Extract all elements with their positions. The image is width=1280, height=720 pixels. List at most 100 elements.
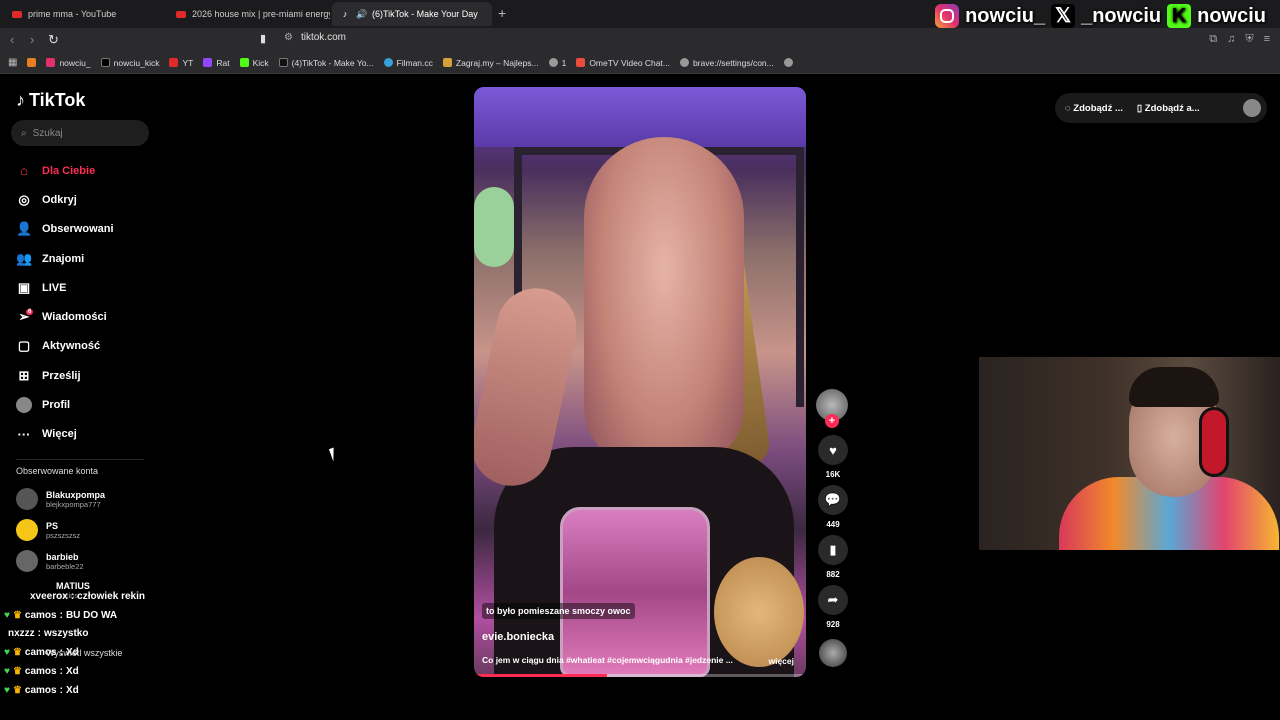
bookmark-item[interactable]: 1	[548, 58, 566, 68]
forward-icon[interactable]: ›	[30, 32, 34, 47]
browser-tab-bar: prime mma - YouTube 2026 house mix | pre…	[0, 0, 1280, 28]
avatar	[16, 488, 38, 510]
sidebar-item-following[interactable]: 👤 Obserwowani	[16, 215, 114, 244]
search-input[interactable]: ⌕ Szukaj	[11, 120, 149, 146]
chat-message: ♥ ♛ camos: Xd	[4, 684, 79, 696]
apps-icon[interactable]: ▦	[8, 57, 17, 68]
bookmark-item[interactable]: Zagraj.my – Najleps...	[442, 58, 539, 68]
sidebar-item-live[interactable]: ▣ LIVE	[16, 273, 114, 302]
video-frame-plush	[474, 187, 514, 267]
browser-tab-active[interactable]: ♪ 🔊 (6)TikTok - Make Your Day ✕	[332, 2, 492, 26]
author-avatar[interactable]: +	[816, 389, 848, 428]
bookmark-item[interactable]: YT	[169, 58, 193, 68]
video-caption: to było pomieszane smoczy owoc	[482, 603, 635, 619]
sidebar-menu: ⌂ Dla Ciebie ◎ Odkryj 👤 Obserwowani 👥 Znajom…	[16, 156, 114, 449]
url-field[interactable]: ⚙ tiktok.com	[284, 32, 346, 43]
sidebar-item-upload[interactable]: ⊞ Prześlij	[16, 361, 114, 390]
bookmark-item[interactable]	[27, 58, 37, 67]
bookmark-label: brave://settings/con...	[692, 57, 774, 68]
friends-icon: 👥	[16, 250, 33, 266]
video-player[interactable]: to było pomieszane smoczy owoc evie.boni…	[474, 87, 806, 677]
back-icon[interactable]: ‹	[10, 32, 14, 47]
chat-message: nxzzz: wszystko	[4, 625, 145, 644]
followed-account[interactable]: Blakuxpompa blejkxpompa777	[16, 488, 105, 510]
avatar[interactable]	[1243, 99, 1261, 117]
video-progress-bar[interactable]	[474, 674, 806, 677]
like-action[interactable]: ♥ 16K	[816, 435, 850, 479]
browser-tab[interactable]: 2026 house mix | pre-miami energy	[168, 2, 330, 26]
x-icon: 𝕏	[1051, 4, 1076, 28]
kick-icon	[239, 58, 249, 67]
bookmark-item[interactable]: Rat	[203, 57, 230, 68]
sidebar-item-profile[interactable]: Profil	[16, 390, 114, 419]
site-info-icon[interactable]: ⚙	[284, 32, 293, 43]
follow-plus-icon[interactable]: +	[825, 414, 839, 428]
bookmarks-bar: ▦ nowciu_ nowciu_kick YT Rat Kick (4)Tik…	[0, 52, 1280, 74]
menu-icon[interactable]: ≡	[1264, 33, 1270, 46]
bookmark-item[interactable]: nowciu_	[46, 58, 91, 68]
chat-text: człowiek rekin	[77, 590, 145, 602]
instagram-icon	[46, 58, 56, 67]
tiktok-logo[interactable]: ♪ TikTok	[16, 90, 85, 111]
followed-account[interactable]: PS pszszszsz	[16, 519, 80, 541]
bookmark-item[interactable]: OmeTV Video Chat...	[576, 58, 670, 68]
share-icon[interactable]: ➦	[818, 585, 848, 615]
shield-icon[interactable]: ⛨	[1245, 33, 1253, 46]
crown-icon: ♛	[12, 647, 22, 659]
followed-account[interactable]: barbieb barbeble22	[16, 550, 84, 572]
bookmark-item[interactable]: Kick	[239, 58, 269, 68]
video-description: Co jem w ciągu dnia #whatieat #cojemwcią…	[482, 655, 733, 665]
speaker-icon: 🔊	[356, 9, 368, 19]
crown-icon: ♛	[12, 684, 22, 696]
bookmark-label: nowciu_kick	[113, 57, 160, 68]
sidebar-item-label: LIVE	[42, 281, 67, 294]
chat-message: xveerox: człowiek rekin	[4, 587, 145, 606]
top-right-bar: ◌ Zdobądź ... ▯ Zdobądź a...	[1055, 93, 1267, 123]
bookmark-item[interactable]: Filman.cc	[383, 58, 433, 68]
globe-icon	[783, 58, 793, 67]
music-icon[interactable]: ♫	[1227, 33, 1235, 46]
bookmark-item[interactable]: (4)TikTok - Make Yo...	[278, 57, 374, 68]
reload-icon[interactable]: ↻	[48, 32, 59, 48]
bookmark-item[interactable]: brave://settings/con...	[679, 57, 774, 68]
search-placeholder: Szukaj	[32, 127, 63, 139]
sidebar-item-activity[interactable]: ▢ Aktywność	[16, 332, 114, 361]
avatar	[16, 519, 38, 541]
share-action[interactable]: ➦ 928	[816, 585, 850, 629]
compass-icon: ◎	[18, 191, 30, 207]
video-author[interactable]: evie.boniecka	[482, 631, 554, 643]
bookmark-icon[interactable]: ▮	[818, 535, 848, 565]
bookmark-label: (4)TikTok - Make Yo...	[291, 57, 374, 68]
bookmark-item[interactable]: nowciu_kick	[100, 57, 160, 68]
share-count: 928	[826, 620, 840, 629]
more-button[interactable]: więcej	[768, 656, 794, 666]
comment-action[interactable]: 💬 449	[816, 485, 850, 529]
get-coins-button[interactable]: ◌ Zdobądź ...	[1065, 103, 1123, 114]
sidebar-item-more[interactable]: ··· Więcej	[16, 420, 114, 449]
kick-handle: nowciu	[1197, 4, 1266, 27]
get-app-button[interactable]: ▯ Zdobądź a...	[1137, 103, 1200, 114]
sidebar-item-messages[interactable]: ➢ 6 Wiadomości	[16, 302, 114, 331]
sidebar-item-friends[interactable]: 👥 Znajomi	[16, 244, 114, 273]
mouse-cursor	[328, 447, 339, 462]
x-icon	[100, 58, 110, 67]
new-tab-button[interactable]: +	[498, 5, 506, 21]
sidebar-item-label: Profil	[42, 399, 71, 412]
music-disc-icon[interactable]	[819, 639, 847, 667]
extensions-icon[interactable]: ⧉	[1209, 33, 1217, 46]
bookmark-item[interactable]	[783, 58, 793, 67]
heart-icon[interactable]: ♥	[818, 435, 848, 465]
tiktok-icon: ♪	[342, 9, 348, 19]
sidebar-item-explore[interactable]: ◎ Odkryj	[16, 185, 114, 214]
video-actions: + ♥ 16K 💬 449 ▮ 882 ➦ 928	[816, 389, 850, 667]
url-text: tiktok.com	[300, 32, 346, 43]
bookmark-icon[interactable]: ▮	[260, 32, 266, 45]
bookmark-favicon	[27, 58, 37, 67]
tab-label: 2026 house mix | pre-miami energy	[192, 9, 330, 19]
sidebar-item-for-you[interactable]: ⌂ Dla Ciebie	[16, 156, 114, 185]
show-all-link[interactable]: Wyświetl wszystkie	[46, 648, 122, 658]
comment-icon[interactable]: 💬	[818, 485, 848, 515]
browser-tab[interactable]: prime mma - YouTube	[4, 2, 166, 26]
save-action[interactable]: ▮ 882	[816, 535, 850, 579]
bookmark-label: Rat	[216, 57, 230, 68]
